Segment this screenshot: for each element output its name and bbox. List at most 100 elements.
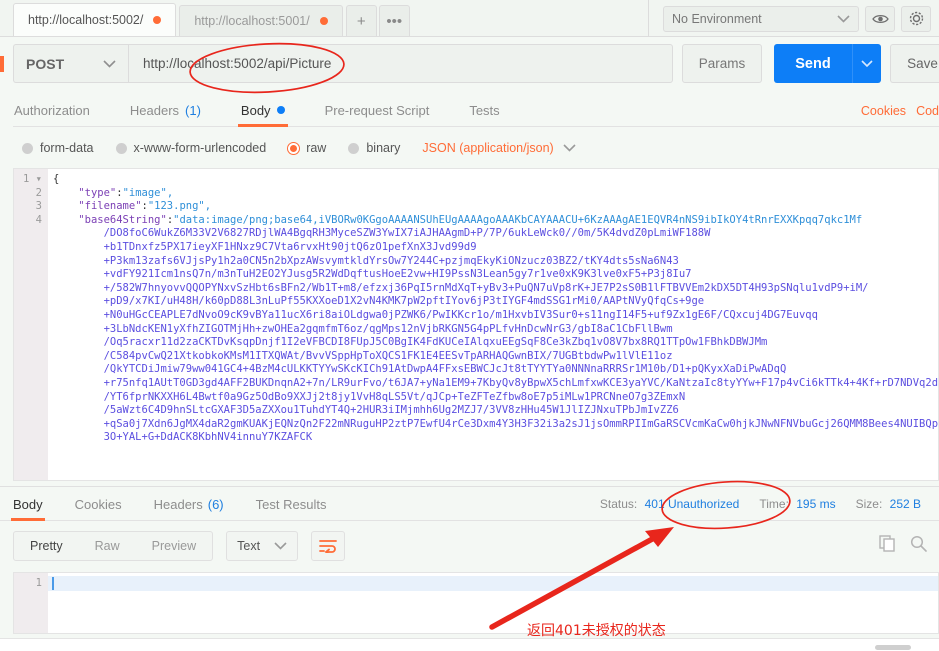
request-tab-bar: http://localhost:5002/ http://localhost:… <box>0 0 939 37</box>
http-method-select[interactable]: POST <box>13 44 128 83</box>
body-present-dot-icon <box>276 106 285 114</box>
request-body-editor[interactable]: 1 ▾ 2 3 4 { "type":"image", "filename":"123… <box>13 168 939 481</box>
editor-line-number <box>14 418 48 432</box>
body-type-form-data-label: form-data <box>40 141 94 155</box>
editor-line: "type":"image", <box>78 186 174 199</box>
copy-icon <box>879 535 895 552</box>
editor-line-number <box>14 282 48 296</box>
tab-pre-request-script[interactable]: Pre-request Script <box>324 94 431 127</box>
send-options-button[interactable] <box>852 44 881 83</box>
response-tab-body-label: Body <box>13 496 43 512</box>
body-type-binary[interactable]: binary <box>348 141 400 155</box>
params-button[interactable]: Params <box>682 44 762 83</box>
editor-line: "base64String":"data:image/png;base64,iV… <box>78 213 863 226</box>
response-section-tabs: Body Cookies Headers (6) Test Results <box>11 487 358 521</box>
view-mode-preview[interactable]: Preview <box>136 532 212 560</box>
editor-line: +r75nfq1AUtT0GD3gd4AFF2BUKDnqnA2+7n/LR9u… <box>103 376 938 389</box>
editor-line-number <box>14 472 48 480</box>
tab-body[interactable]: Body <box>237 94 288 127</box>
search-button[interactable] <box>910 535 927 557</box>
chevron-down-icon <box>103 59 116 68</box>
response-tab-headers[interactable]: Headers (6) <box>154 487 224 521</box>
request-tab-1-label: http://localhost:5002/ <box>28 13 144 27</box>
editor-line: { <box>53 173 60 185</box>
response-meta: Status: 401 Unauthorized Time: 195 ms Si… <box>600 487 921 521</box>
response-view-mode-group: Pretty Raw Preview <box>13 531 214 561</box>
tab-headers-label: Headers <box>129 102 180 118</box>
cookies-link[interactable]: Cookies <box>861 104 906 118</box>
editor-code-area[interactable]: { "type":"image", "filename":"123.png", … <box>48 169 938 480</box>
tab-tests[interactable]: Tests <box>468 94 500 127</box>
size-value: 252 B <box>889 497 921 511</box>
editor-line-number <box>14 458 48 472</box>
chevron-down-icon <box>861 60 873 67</box>
settings-button[interactable] <box>901 5 931 32</box>
content-type-select[interactable]: JSON (application/json) <box>422 141 576 155</box>
editor-line: +vdFY921Icm1nsQ7n/m3nTuH2EO2YJusg5R2WdDq… <box>53 268 692 281</box>
body-type-form-data[interactable]: form-data <box>22 141 94 155</box>
editor-line-number <box>14 309 48 323</box>
response-format-select[interactable]: Text <box>226 531 299 561</box>
tab-strip: http://localhost:5002/ http://localhost:… <box>0 0 412 36</box>
new-tab-button[interactable]: + <box>345 5 377 36</box>
editor-line: /5aWzt6C4D9hnSLtcGXAF3D5aZXXou1TuhdYT4Q+… <box>53 404 679 417</box>
response-tab-test-results[interactable]: Test Results <box>256 487 327 521</box>
body-type-raw[interactable]: raw <box>288 141 326 155</box>
body-type-raw-label: raw <box>306 141 327 155</box>
environment-quick-look-button[interactable] <box>865 5 895 32</box>
response-line-numbers: 1 <box>14 573 48 633</box>
editor-line-number <box>14 391 48 405</box>
response-tab-cookies[interactable]: Cookies <box>75 487 122 521</box>
editor-line: /QkYTCDiJmiw79ww041GC4+4BzM4cULKKTYYwSKc… <box>53 363 787 376</box>
request-tab-2-label: http://localhost:5001/ <box>194 14 310 28</box>
send-button[interactable]: Send <box>774 44 852 83</box>
chevron-down-icon <box>837 14 850 23</box>
editor-line-numbers: 1 ▾ 2 3 4 <box>14 169 48 480</box>
word-wrap-icon <box>319 540 338 553</box>
active-request-marker <box>0 56 4 72</box>
view-mode-pretty[interactable]: Pretty <box>14 532 79 560</box>
tab-headers[interactable]: Headers (1) <box>129 94 202 127</box>
request-tab-2[interactable]: http://localhost:5001/ <box>179 5 343 36</box>
editor-line: +3LbNdcKEN1yXfhZIGOTMjHh+zwOHEa2gqmfmT6o… <box>53 322 673 335</box>
editor-line-number <box>14 377 48 391</box>
more-tabs-button[interactable]: ••• <box>378 5 410 36</box>
editor-line-number: 1 ▾ <box>23 173 42 185</box>
status-value: 401 Unauthorized <box>644 497 740 511</box>
send-group: Send <box>774 44 881 83</box>
copy-button[interactable] <box>879 535 896 557</box>
editor-line-number <box>14 336 48 350</box>
request-right-links: Cookies Cod <box>861 94 939 127</box>
editor-line-number: 2 <box>35 186 42 199</box>
status-label: Status: <box>599 497 638 511</box>
editor-line: +qSa0j7Xdn6JgMX4daR2gmKUAKjEQNzQn2F22mNR… <box>53 417 938 430</box>
request-tab-1[interactable]: http://localhost:5002/ <box>13 3 177 36</box>
url-bar: POST http://localhost:5002/api/Picture P… <box>13 44 939 83</box>
horizontal-scrollbar[interactable] <box>875 645 911 650</box>
environment-label: No Environment <box>672 11 762 26</box>
environment-select[interactable]: No Environment <box>663 5 859 32</box>
response-tab-body[interactable]: Body <box>11 487 45 521</box>
tab-pre-request-script-label: Pre-request Script <box>324 102 430 118</box>
editor-line-number: 3 <box>35 200 42 213</box>
response-body-editor[interactable]: 1 <box>13 572 939 634</box>
response-body-text-area[interactable] <box>48 573 938 633</box>
content-type-label: JSON (application/json) <box>422 141 554 155</box>
http-method-label: POST <box>26 55 65 72</box>
tab-authorization-label: Authorization <box>14 102 90 118</box>
save-button[interactable]: Save <box>890 44 939 83</box>
response-tab-headers-label: Headers <box>153 496 203 512</box>
view-mode-raw[interactable]: Raw <box>79 532 136 560</box>
word-wrap-button[interactable] <box>311 531 346 561</box>
body-type-urlencoded[interactable]: x-www-form-urlencoded <box>115 141 266 155</box>
code-link[interactable]: Cod <box>916 104 939 118</box>
time-value: 195 ms <box>796 497 836 511</box>
chevron-down-icon <box>274 542 287 550</box>
tab-authorization[interactable]: Authorization <box>13 94 91 127</box>
radio-icon <box>348 142 360 154</box>
editor-line: /YT6fprNKXXH6L4Bwtf0a9Gz5OdBo9XXJj2t8jy1… <box>53 390 686 403</box>
url-input[interactable]: http://localhost:5002/api/Picture <box>128 44 673 83</box>
radio-icon <box>115 142 127 154</box>
